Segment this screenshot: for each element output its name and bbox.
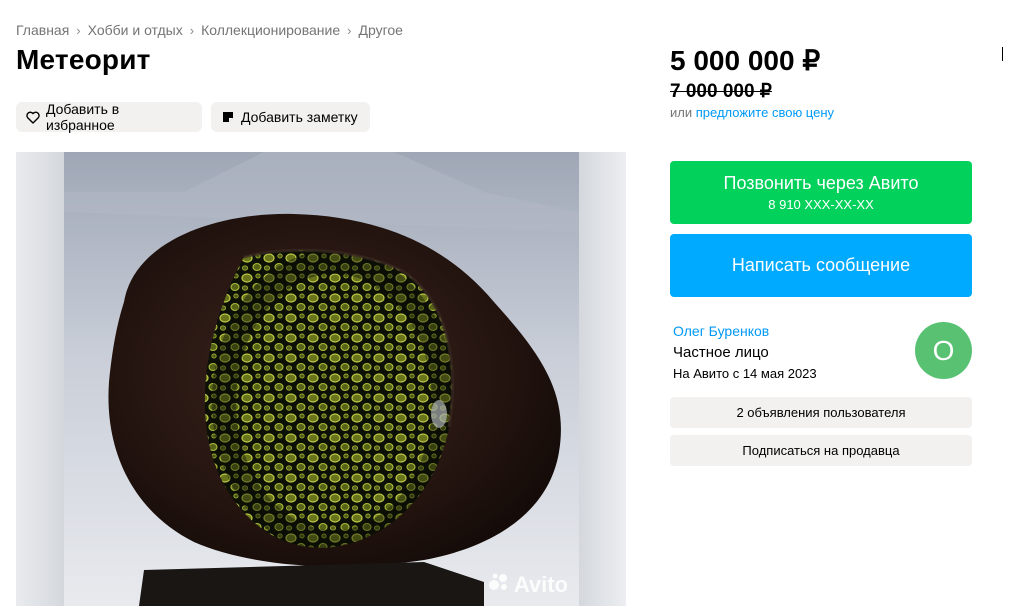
gallery-side-blur-left bbox=[16, 152, 64, 606]
meteorite-photo bbox=[64, 152, 579, 606]
photo-gallery[interactable]: Avito bbox=[16, 152, 626, 606]
seller-listings-button[interactable]: 2 объявления пользователя bbox=[670, 397, 972, 428]
call-button[interactable]: Позвонить через Авито 8 910 XXX-XX-XX bbox=[670, 161, 972, 224]
avito-watermark-text: Avito bbox=[513, 572, 568, 597]
breadcrumb-item-other[interactable]: Другое bbox=[358, 22, 402, 38]
avito-watermark: Avito bbox=[488, 572, 568, 598]
breadcrumb-item-hobby[interactable]: Хобби и отдых bbox=[88, 22, 183, 38]
breadcrumb-separator: › bbox=[347, 22, 352, 38]
note-icon bbox=[221, 110, 235, 124]
seller-since: На Авито с 14 мая 2023 bbox=[673, 366, 817, 381]
breadcrumb-item-home[interactable]: Главная bbox=[16, 22, 69, 38]
seller-type: Частное лицо bbox=[673, 344, 769, 361]
add-to-favorites-button[interactable]: Добавить в избранное bbox=[16, 101, 202, 133]
page-title: Метеорит bbox=[16, 44, 151, 75]
add-to-favorites-label: Добавить в избранное bbox=[46, 101, 120, 133]
offer-line: или предложите свою цену bbox=[670, 105, 834, 120]
offer-price-link[interactable]: предложите свою цену bbox=[696, 105, 834, 120]
avatar[interactable]: О bbox=[915, 322, 972, 379]
heart-icon bbox=[26, 110, 40, 124]
call-button-phone: 8 910 XXX-XX-XX bbox=[768, 197, 874, 212]
gallery-side-blur-right bbox=[579, 152, 626, 606]
old-price: 7 000 000 ₽ bbox=[670, 81, 772, 102]
subscribe-seller-button[interactable]: Подписаться на продавца bbox=[670, 435, 972, 466]
text-cursor bbox=[1002, 47, 1003, 61]
breadcrumb-separator: › bbox=[76, 22, 81, 38]
price: 5 000 000 ₽ bbox=[670, 45, 821, 76]
add-note-button[interactable]: Добавить заметку bbox=[211, 102, 370, 132]
breadcrumb: Главная › Хобби и отдых › Коллекциониров… bbox=[16, 22, 403, 38]
message-button[interactable]: Написать сообщение bbox=[670, 234, 972, 297]
breadcrumb-separator: › bbox=[189, 22, 195, 38]
add-note-label: Добавить заметку bbox=[241, 109, 358, 125]
call-button-label: Позвонить через Авито bbox=[723, 173, 919, 193]
avito-logo-icon bbox=[488, 572, 510, 598]
offer-prefix: или bbox=[670, 105, 693, 120]
breadcrumb-item-collecting[interactable]: Коллекционирование bbox=[201, 22, 340, 38]
seller-name-link[interactable]: Олег Буренков bbox=[673, 323, 769, 339]
